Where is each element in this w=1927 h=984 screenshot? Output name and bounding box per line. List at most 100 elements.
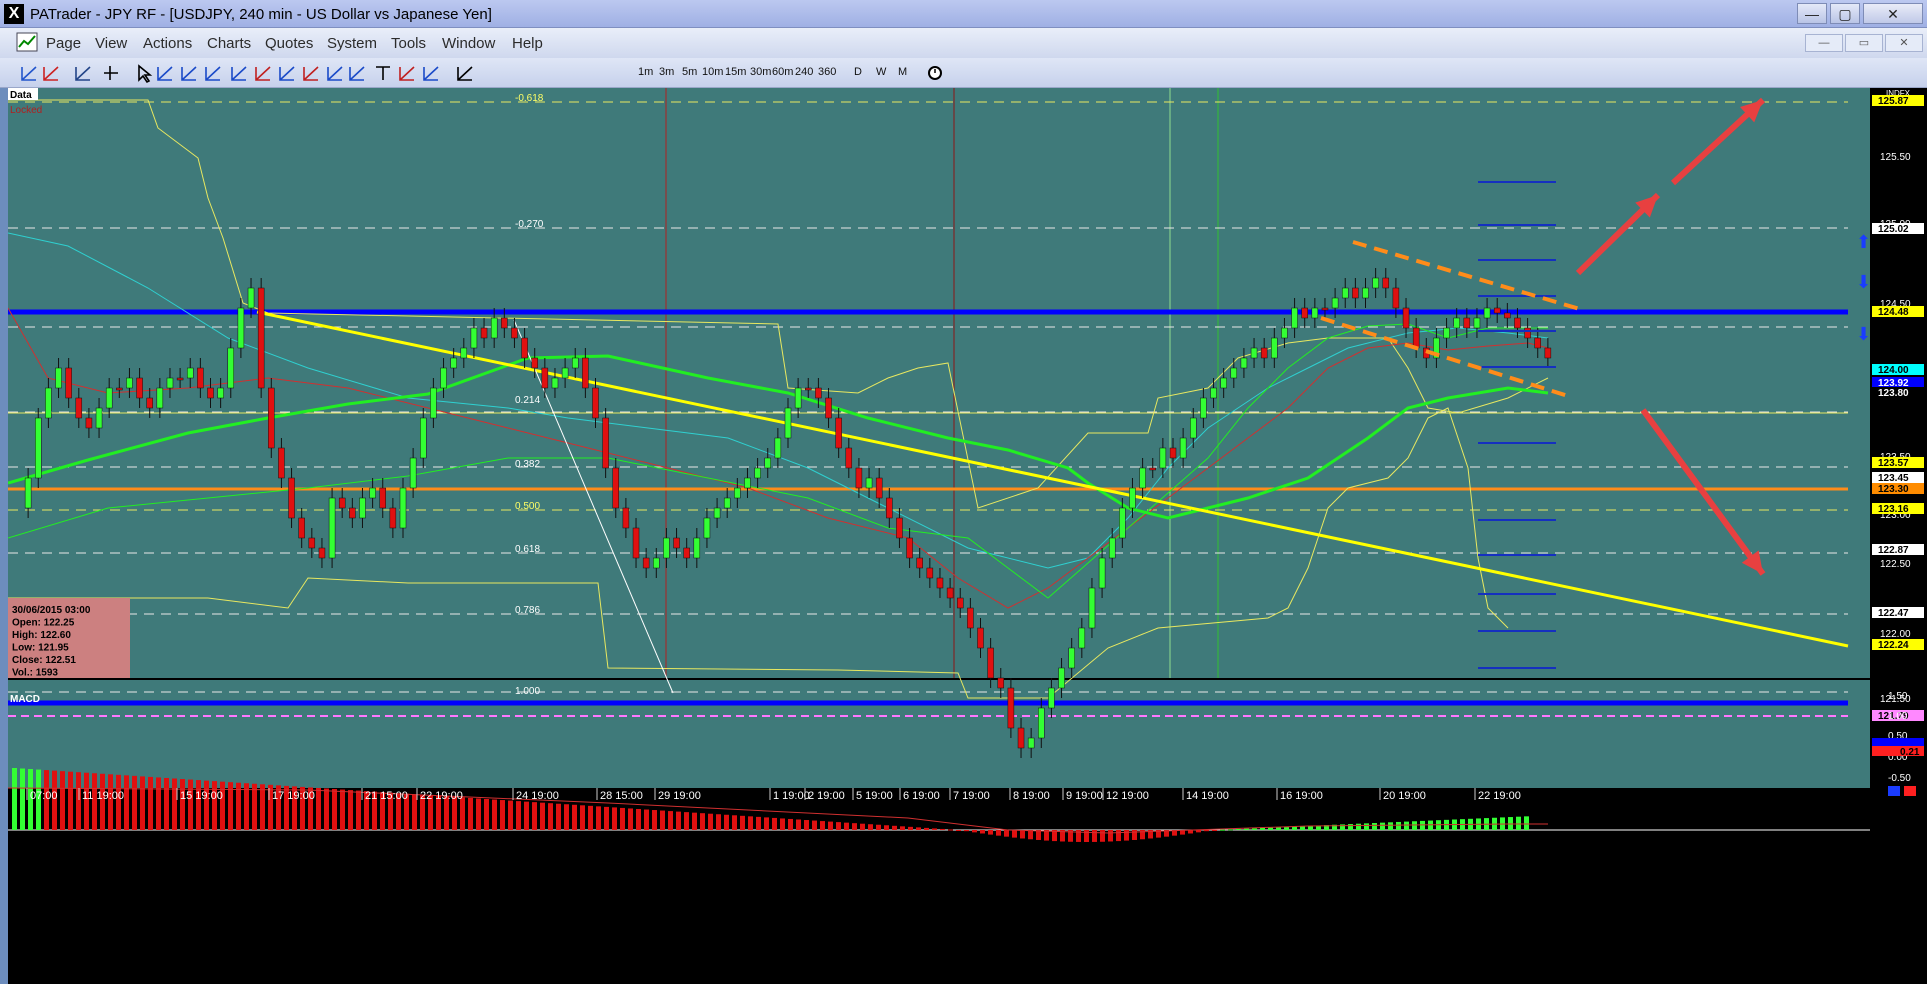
price-chart-svg[interactable]: -0.618 -0.270 0.214 0.382 0.500 0.618 0.786 1.0…: [8, 88, 1927, 984]
price-tag: 122.87: [1878, 545, 1909, 556]
timeframe-60m-button[interactable]: 60m: [772, 66, 793, 78]
macd-histogram-bar: [644, 809, 649, 830]
candle-body: [815, 387, 822, 399]
scroll-left-button[interactable]: [1888, 786, 1900, 796]
candle-body: [1362, 287, 1369, 299]
candle-body: [24, 477, 32, 509]
candle-body: [1017, 727, 1025, 749]
macd-histogram-bar: [516, 801, 521, 830]
fib-arc-icon[interactable]: [303, 66, 319, 81]
macd-histogram-bar: [508, 800, 513, 830]
candle-body: [450, 357, 457, 369]
window-title: PATrader - JPY RF - [USDJPY, 240 min - U…: [30, 6, 492, 23]
candle-body: [632, 527, 640, 559]
chart-type-icon[interactable]: [75, 66, 91, 81]
fibonacci-icon[interactable]: [255, 66, 271, 81]
timeframe-10m-button[interactable]: 10m: [702, 66, 723, 78]
fib-label: 0.382: [515, 459, 540, 470]
timeframe-240-button[interactable]: 240: [795, 66, 813, 78]
candle-body: [430, 387, 437, 419]
timeframe-5m-button[interactable]: 5m: [682, 66, 697, 78]
menu-quotes[interactable]: Quotes: [265, 35, 313, 52]
macd-histogram-bar: [244, 783, 249, 830]
timeframe-D-button[interactable]: D: [854, 66, 862, 78]
mdi-close-button[interactable]: ✕: [1885, 34, 1923, 52]
timeframe-1m-button[interactable]: 1m: [638, 66, 653, 78]
menu-page[interactable]: Page: [46, 35, 81, 52]
timeframe-M-button[interactable]: M: [898, 66, 907, 78]
down-arrow-icon[interactable]: ⬇: [1856, 272, 1871, 293]
time-axis-label: 21 15:00: [365, 790, 408, 802]
down-arrow-icon-2[interactable]: ⬇: [1856, 324, 1871, 345]
macd-histogram-bar: [572, 804, 577, 830]
macd-histogram-bar: [1212, 830, 1217, 831]
candle-body: [1149, 467, 1156, 471]
close-button[interactable]: ✕: [1863, 3, 1923, 24]
menu-actions[interactable]: Actions: [143, 35, 192, 52]
horizontal-line-icon[interactable]: [157, 66, 173, 81]
candle-body: [977, 627, 984, 649]
fib-fan-icon[interactable]: [279, 66, 295, 81]
macd-histogram-bar: [828, 821, 833, 830]
macd-histogram-bar: [964, 830, 969, 832]
timeframe-360-button[interactable]: 360: [818, 66, 836, 78]
connect-icon[interactable]: [21, 66, 37, 81]
clock-icon[interactable]: [925, 63, 945, 83]
crosshair-icon[interactable]: [104, 66, 118, 80]
candle-body: [956, 597, 964, 609]
mdi-restore-button[interactable]: ▭: [1845, 34, 1883, 52]
macd-histogram-bar: [1276, 827, 1281, 830]
text-icon[interactable]: [376, 66, 390, 80]
menu-system[interactable]: System: [327, 35, 377, 52]
macd-histogram-bar: [476, 798, 481, 830]
pen-icon[interactable]: [457, 66, 473, 81]
macd-histogram-bar: [1116, 830, 1121, 842]
time-axis-label: 20 19:00: [1383, 790, 1426, 802]
timeframe-15m-button[interactable]: 15m: [725, 66, 746, 78]
channel-icon[interactable]: [231, 66, 247, 81]
scroll-right-button[interactable]: [1904, 786, 1916, 796]
candle-body: [1027, 737, 1035, 749]
candle-body: [166, 377, 174, 389]
price-tag: 124.00: [1878, 365, 1909, 376]
regression-icon[interactable]: [399, 66, 415, 81]
gann-icon[interactable]: [327, 66, 343, 81]
menu-view[interactable]: View: [95, 35, 127, 52]
candle-body: [845, 447, 853, 469]
mdi-minimize-button[interactable]: —: [1805, 34, 1843, 52]
andrews-icon[interactable]: [423, 66, 439, 81]
candle-body: [916, 557, 923, 569]
menu-help[interactable]: Help: [512, 35, 543, 52]
chart-app-icon[interactable]: [16, 31, 40, 55]
trendline-icon[interactable]: [205, 66, 221, 81]
menu-charts[interactable]: Charts: [207, 35, 251, 52]
left-edge-strip: [0, 88, 8, 984]
time-axis-label: 22 19:00: [420, 790, 463, 802]
candle-body: [1321, 307, 1329, 311]
candle-body: [551, 377, 559, 389]
macd-histogram-bar: [356, 790, 361, 830]
macd-histogram-bar: [156, 777, 161, 830]
maximize-button[interactable]: ▢: [1830, 3, 1860, 24]
menu-window[interactable]: Window: [442, 35, 495, 52]
macd-histogram-bar: [1132, 830, 1137, 840]
candle-body: [1139, 467, 1146, 489]
menu-tools[interactable]: Tools: [391, 35, 426, 52]
timeframe-W-button[interactable]: W: [876, 66, 886, 78]
candle-body: [85, 417, 93, 429]
vertical-line-icon[interactable]: [181, 66, 197, 81]
price-axis-label: 125.50: [1880, 152, 1911, 163]
macd-histogram-bar: [580, 805, 585, 830]
disconnect-icon[interactable]: [43, 66, 59, 81]
timeframe-3m-button[interactable]: 3m: [659, 66, 674, 78]
timeframe-30m-button[interactable]: 30m: [750, 66, 771, 78]
cycle-lines-icon[interactable]: [349, 66, 365, 81]
chart-panel[interactable]: -0.618 -0.270 0.214 0.382 0.500 0.618 0.786 1.0…: [8, 88, 1927, 984]
candle-body: [268, 387, 275, 449]
minimize-button[interactable]: —: [1797, 3, 1827, 24]
pointer-icon[interactable]: [138, 64, 153, 84]
candle-body: [673, 537, 680, 549]
fib-label: 1.000: [515, 686, 540, 697]
up-arrow-icon[interactable]: ⬆: [1856, 232, 1871, 253]
candle-body: [855, 467, 863, 489]
